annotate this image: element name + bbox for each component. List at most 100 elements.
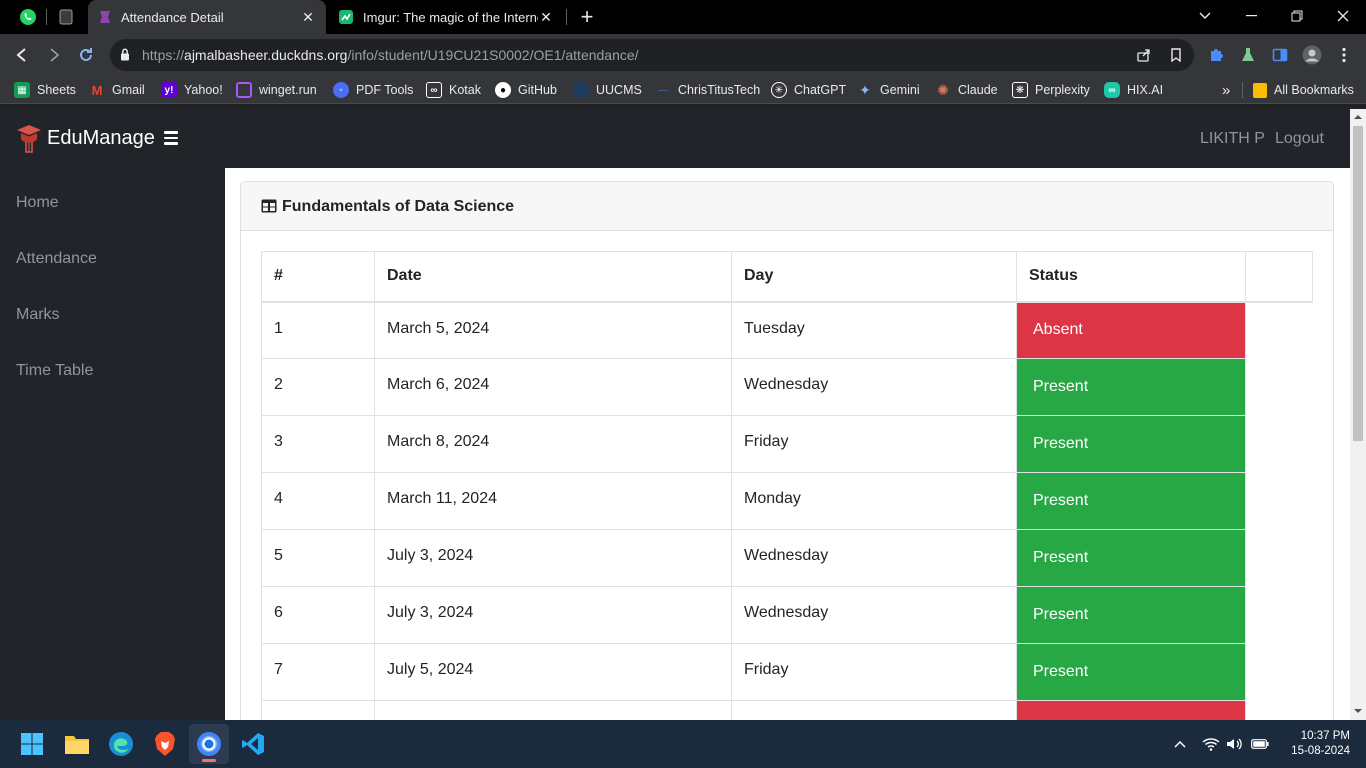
table-row: 7 July 5, 2024 Friday Present: [261, 643, 1313, 701]
tab-separator: [46, 9, 47, 25]
close-window-button[interactable]: [1320, 0, 1366, 32]
edumanage-favicon-icon: [100, 11, 110, 23]
address-bar[interactable]: https://ajmalbasheer.duckdns.org/info/st…: [110, 39, 1194, 71]
bookmark-chatgpt[interactable]: ✳ ChatGPT: [771, 81, 846, 99]
bookmark-yahoo[interactable]: y! Yahoo!: [161, 81, 223, 99]
row-number: 1: [261, 301, 375, 359]
bookmark-github[interactable]: ● GitHub: [495, 81, 557, 99]
bookmark-christitustech[interactable]: — ChrisTitusTech: [655, 81, 760, 99]
forward-arrow-icon: [50, 48, 60, 62]
forward-button[interactable]: [42, 43, 66, 67]
whatsapp-icon: [20, 9, 36, 25]
restore-button[interactable]: [1274, 0, 1320, 32]
bookmark-perplexity[interactable]: ❋ Perplexity: [1012, 81, 1090, 99]
pinned-tab-whatsapp[interactable]: [13, 3, 43, 31]
clock-date: 15-08-2024: [1291, 745, 1350, 757]
close-tab-icon[interactable]: ✕: [300, 9, 316, 26]
taskbar-file-explorer[interactable]: [57, 724, 97, 764]
status-absent-badge-cut: [1016, 700, 1246, 720]
avatar-icon: [1302, 45, 1322, 65]
scrollbar-thumb[interactable]: [1353, 126, 1363, 441]
restore-icon: [1291, 10, 1303, 22]
kotak-icon: ∞: [426, 82, 442, 98]
bookmarks-bar: ▦ Sheets M Gmail y! Yahoo! winget.run ◦ PDF …: [0, 76, 1366, 104]
all-bookmarks-button[interactable]: All Bookmarks: [1253, 81, 1354, 99]
side-panel-button[interactable]: [1270, 45, 1290, 65]
url-text[interactable]: https://ajmalbasheer.duckdns.org/info/st…: [142, 47, 639, 63]
brand-name[interactable]: EduManage: [47, 127, 155, 150]
taskbar-chrome[interactable]: [189, 724, 229, 764]
sidebar-item-attendance[interactable]: Attendance: [16, 250, 97, 268]
scroll-up-arrow-icon[interactable]: [1354, 113, 1362, 121]
sidebar-item-marks[interactable]: Marks: [16, 306, 60, 324]
share-icon[interactable]: [1136, 47, 1152, 63]
bookmark-kotak[interactable]: ∞ Kotak: [426, 81, 481, 99]
page-scrollbar[interactable]: [1350, 109, 1366, 720]
bookmark-claude[interactable]: ✺ Claude: [935, 81, 998, 99]
browser-menu-button[interactable]: [1334, 45, 1354, 65]
table-row-partial: [261, 700, 1313, 720]
bookmark-hixai[interactable]: ∞ HIX.AI: [1104, 81, 1163, 99]
bookmark-winget[interactable]: winget.run: [236, 81, 317, 99]
tab-attendance-detail[interactable]: Attendance Detail ✕: [88, 0, 326, 34]
status-present-badge: Present: [1016, 529, 1246, 587]
logout-link[interactable]: Logout: [1275, 130, 1324, 148]
user-name-link[interactable]: LIKITH P: [1200, 130, 1265, 148]
bookmark-uucms[interactable]: UUCMS: [573, 81, 642, 99]
bookmark-label: HIX.AI: [1127, 83, 1164, 97]
bookmark-sheets[interactable]: ▦ Sheets: [14, 81, 76, 99]
status-present-badge: Present: [1016, 643, 1246, 701]
edge-icon: [109, 732, 133, 756]
volume-button[interactable]: [1225, 734, 1245, 754]
start-button[interactable]: [12, 724, 52, 764]
imgur-favicon-icon: [339, 10, 353, 24]
labs-button[interactable]: [1238, 45, 1258, 65]
tab-strip: Attendance Detail ✕ Imgur: The magic of …: [0, 0, 1366, 34]
lock-icon[interactable]: [120, 48, 130, 61]
scroll-down-arrow-icon[interactable]: [1354, 707, 1362, 715]
more-vert-icon: [1342, 47, 1346, 63]
taskbar-edge[interactable]: [101, 724, 141, 764]
sidebar-item-time-table[interactable]: Time Table: [16, 362, 93, 380]
column-header-number: #: [261, 251, 375, 303]
chrome-icon: [197, 732, 221, 756]
bookmarks-overflow-button[interactable]: »: [1222, 81, 1230, 99]
minimize-button[interactable]: [1228, 0, 1274, 32]
taskbar-vscode[interactable]: [233, 724, 273, 764]
extensions-button[interactable]: [1206, 45, 1226, 65]
folder-icon: [1253, 82, 1267, 98]
sidebar-toggle-hamburger-icon[interactable]: [164, 131, 178, 145]
taskbar-brave[interactable]: [145, 724, 185, 764]
network-button[interactable]: [1201, 734, 1221, 754]
close-icon: [1337, 10, 1349, 22]
row-day: Friday: [731, 643, 1017, 701]
system-clock[interactable]: 10:37 PM 15-08-2024: [1278, 729, 1350, 759]
bookmark-star-icon[interactable]: [1168, 47, 1184, 63]
profile-avatar[interactable]: [1302, 45, 1322, 65]
close-tab-icon[interactable]: ✕: [538, 9, 554, 26]
bookmark-gemini[interactable]: ✦ Gemini: [857, 81, 919, 99]
bookmark-pdf-tools[interactable]: ◦ PDF Tools: [333, 81, 413, 99]
tab-search-button[interactable]: [1182, 0, 1228, 32]
reload-button[interactable]: [74, 43, 98, 67]
perplexity-icon: ❋: [1012, 82, 1028, 98]
windows-taskbar: 10:37 PM 15-08-2024: [0, 720, 1366, 768]
row-day: Wednesday: [731, 529, 1017, 587]
new-tab-button[interactable]: +: [574, 4, 600, 30]
reload-icon: [80, 48, 92, 61]
battery-button[interactable]: [1250, 734, 1270, 754]
show-hidden-icons-button[interactable]: [1170, 734, 1190, 754]
back-button[interactable]: [10, 43, 34, 67]
yahoo-icon: y!: [161, 82, 177, 98]
status-absent-badge: Absent: [1016, 301, 1246, 359]
tab-imgur[interactable]: Imgur: The magic of the Internet ✕: [328, 0, 564, 34]
bookmark-label: Gmail: [112, 83, 145, 97]
sidebar-item-home[interactable]: Home: [16, 194, 59, 212]
row-date: July 3, 2024: [374, 529, 732, 587]
puzzle-icon: [1211, 49, 1223, 61]
chevron-up-icon: [1174, 740, 1186, 748]
bookmark-gmail[interactable]: M Gmail: [89, 81, 145, 99]
row-day-cut: [731, 700, 1017, 720]
bookmark-label: UUCMS: [596, 83, 642, 97]
pinned-tab-2[interactable]: [51, 3, 81, 31]
